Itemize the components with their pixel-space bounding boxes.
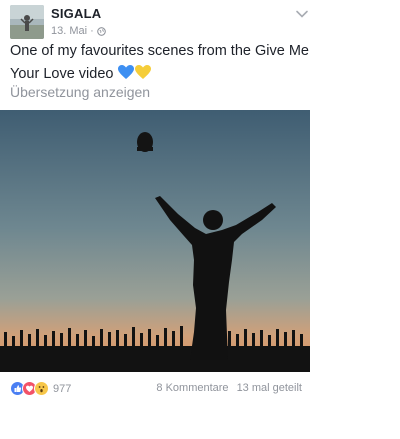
post-stats: 8 Kommentare 13 mal geteilt <box>156 382 302 394</box>
post-meta: 13. Mai · <box>51 25 106 37</box>
translate-link[interactable]: Übersetzung anzeigen <box>10 84 150 100</box>
yellow-heart-icon <box>134 65 151 79</box>
avatar[interactable] <box>10 5 44 39</box>
reaction-count: 977 <box>53 382 72 395</box>
chevron-down-icon[interactable] <box>295 7 309 21</box>
reactions[interactable]: 977 <box>10 381 71 396</box>
wow-icon <box>34 381 49 396</box>
meta-separator: · <box>90 25 94 37</box>
post-date[interactable]: 13. Mai <box>51 25 87 37</box>
post-text-content: One of my favourites scenes from the Giv… <box>10 43 309 82</box>
post-header: SIGALA 13. Mai · <box>10 5 310 41</box>
post-text: One of my favourites scenes from the Giv… <box>10 40 310 88</box>
post-photo[interactable] <box>0 110 310 372</box>
blue-heart-icon <box>117 65 134 79</box>
post-footer: 977 8 Kommentare 13 mal geteilt <box>10 381 302 397</box>
page-name[interactable]: SIGALA <box>51 6 101 21</box>
shares-count[interactable]: 13 mal geteilt <box>237 382 302 394</box>
globe-icon <box>96 26 106 36</box>
comments-count[interactable]: 8 Kommentare <box>156 382 228 394</box>
